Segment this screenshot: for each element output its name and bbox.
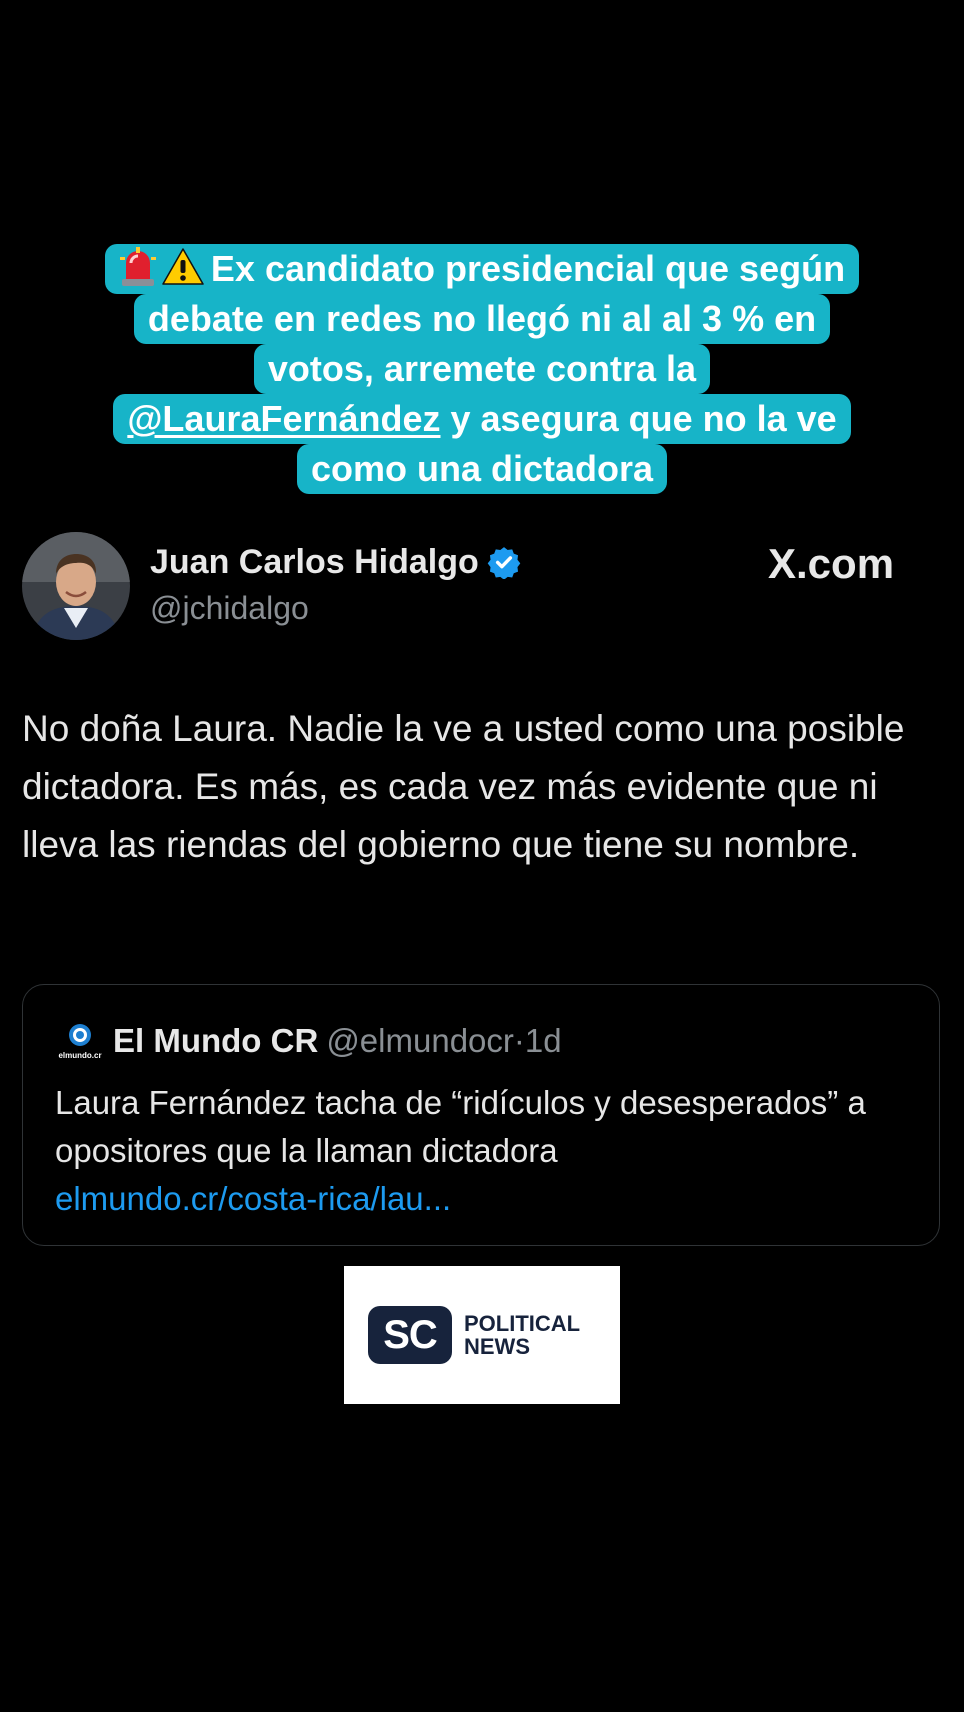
sc-political-news-logo: SC POLITICAL NEWS [344, 1266, 620, 1404]
tweet-text: No doña Laura. Nadie la ve a usted como … [22, 708, 905, 865]
author-name-row: Juan Carlos Hidalgo [150, 540, 521, 584]
sc-logo-words: POLITICAL NEWS [464, 1312, 580, 1358]
sc-logo-line-1: POLITICAL [464, 1311, 581, 1336]
quoted-tweet-text: Laura Fernández tacha de “ridículos y de… [55, 1084, 866, 1169]
siren-icon [119, 247, 156, 286]
platform-label: X.com [768, 540, 895, 587]
verified-badge-icon [487, 547, 521, 579]
quoted-separator: · [513, 1022, 525, 1059]
avatar[interactable] [22, 532, 130, 640]
avatar-photo [22, 532, 130, 640]
elmundo-logo-text: elmundo.cr [58, 1051, 101, 1060]
quoted-tweet-header: El Mundo CR @elmundocr·1d [113, 1019, 562, 1063]
headline-banner: Ex candidato presidencial que según deba… [0, 244, 964, 494]
elmundo-logo-icon: elmundo.cr [58, 1024, 102, 1060]
headline-line-3: votos, arremete contra la [253, 344, 711, 394]
warning-icon [162, 248, 204, 285]
headline-text-1: Ex candidato presidencial que según [210, 248, 846, 289]
mention-link[interactable]: @LauraFernández [127, 398, 440, 439]
quoted-author-handle[interactable]: @elmundocr [326, 1022, 514, 1059]
author-name[interactable]: Juan Carlos Hidalgo [150, 543, 479, 581]
sc-logo-mark: SC [368, 1306, 452, 1364]
headline-line-4: @LauraFernández y asegura que no la ve [113, 394, 851, 444]
quoted-author-name[interactable]: El Mundo CR [113, 1022, 318, 1059]
headline-line-2: debate en redes no llegó ni al al 3 % en [133, 294, 831, 344]
sc-logo-line-2: NEWS [464, 1334, 530, 1359]
headline-text-4: y asegura que no la ve [440, 398, 837, 439]
quoted-timestamp[interactable]: 1d [525, 1022, 562, 1059]
author-handle[interactable]: @jchidalgo [150, 588, 309, 628]
quoted-tweet-link[interactable]: elmundo.cr/costa-rica/lau... [55, 1175, 451, 1223]
quoted-tweet-card[interactable]: elmundo.cr El Mundo CR @elmundocr·1d Laur… [22, 984, 940, 1246]
headline-line-1: Ex candidato presidencial que según [104, 244, 860, 294]
headline-line-5: como una dictadora [296, 444, 668, 494]
